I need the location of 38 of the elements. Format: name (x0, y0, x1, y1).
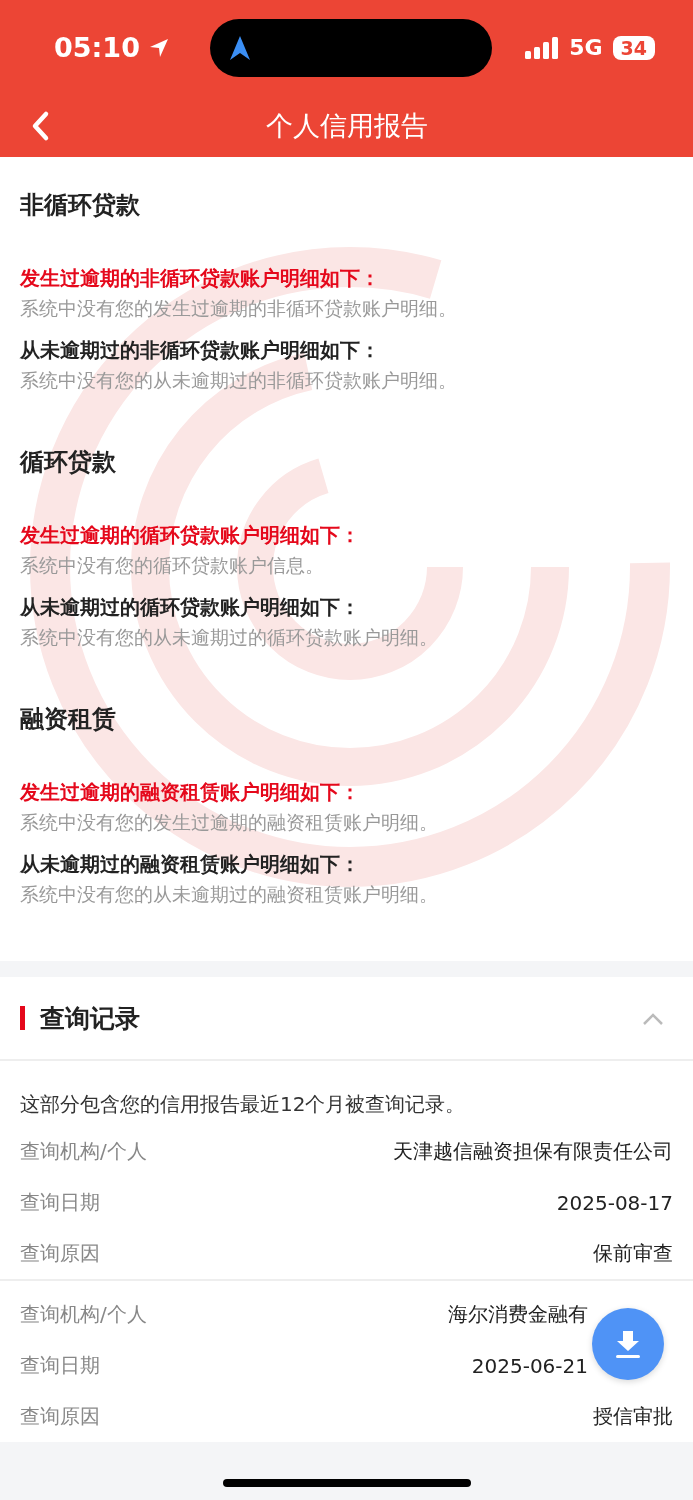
field-label: 查询机构/个人 (20, 1301, 147, 1328)
detail-label: 从未逾期过的融资租赁账户明细如下： (20, 851, 361, 878)
detail-text: 系统中没有您的循环贷款账户信息。 (20, 553, 325, 578)
field-value: 2025-06-21 (471, 1353, 588, 1378)
navigation-arrow-icon (229, 35, 250, 60)
detail-text: 系统中没有您的从未逾期过的融资租赁账户明细。 (20, 882, 439, 907)
detail-text: 系统中没有您的从未逾期过的循环贷款账户明细。 (20, 625, 439, 650)
section-heading: 循环贷款 (20, 447, 117, 478)
download-icon (613, 1329, 643, 1359)
intro-text: 这部分包含您的信用报告最近12个月被查询记录。 (19, 1091, 467, 1118)
detail-text: 系统中没有您的发生过逾期的非循环贷款账户明细。 (20, 296, 458, 321)
field-value: 天津越信融资担保有限责任公司 (393, 1138, 673, 1165)
field-label: 查询原因 (20, 1240, 100, 1267)
field-label: 查询机构/个人 (20, 1138, 147, 1165)
section-heading: 融资租赁 (20, 704, 117, 735)
field-value: 授信审批 (593, 1403, 673, 1430)
detail-text: 系统中没有您的发生过逾期的融资租赁账户明细。 (20, 810, 439, 835)
detail-label: 发生过逾期的融资租赁账户明细如下： (20, 779, 361, 806)
detail-text: 系统中没有您的从未逾期过的非循环贷款账户明细。 (20, 368, 458, 393)
card-title: 查询记录 (40, 1002, 140, 1035)
field-value: 海尔消费金融有 (448, 1301, 588, 1328)
field-value: 保前审查 (593, 1240, 673, 1267)
section-marker (20, 1006, 25, 1030)
battery-level: 34 (612, 35, 655, 60)
field-value: 2025-08-17 (556, 1190, 673, 1215)
field-label: 查询原因 (20, 1403, 100, 1430)
detail-label: 发生过逾期的循环贷款账户明细如下： (20, 522, 361, 549)
detail-label: 从未逾期过的循环贷款账户明细如下： (20, 594, 361, 621)
field-label: 查询日期 (20, 1189, 100, 1216)
status-time: 05:10 (54, 32, 140, 63)
signal-icon (525, 36, 560, 59)
collapse-chevron-icon[interactable] (641, 1011, 665, 1025)
section-heading: 非循环贷款 (20, 190, 141, 221)
field-label: 查询日期 (20, 1352, 100, 1379)
detail-label: 从未逾期过的非循环贷款账户明细如下： (20, 337, 381, 364)
detail-label: 发生过逾期的非循环贷款账户明细如下： (20, 265, 381, 292)
page-title: 个人信用报告 (265, 109, 428, 143)
network-type: 5G (569, 35, 603, 60)
